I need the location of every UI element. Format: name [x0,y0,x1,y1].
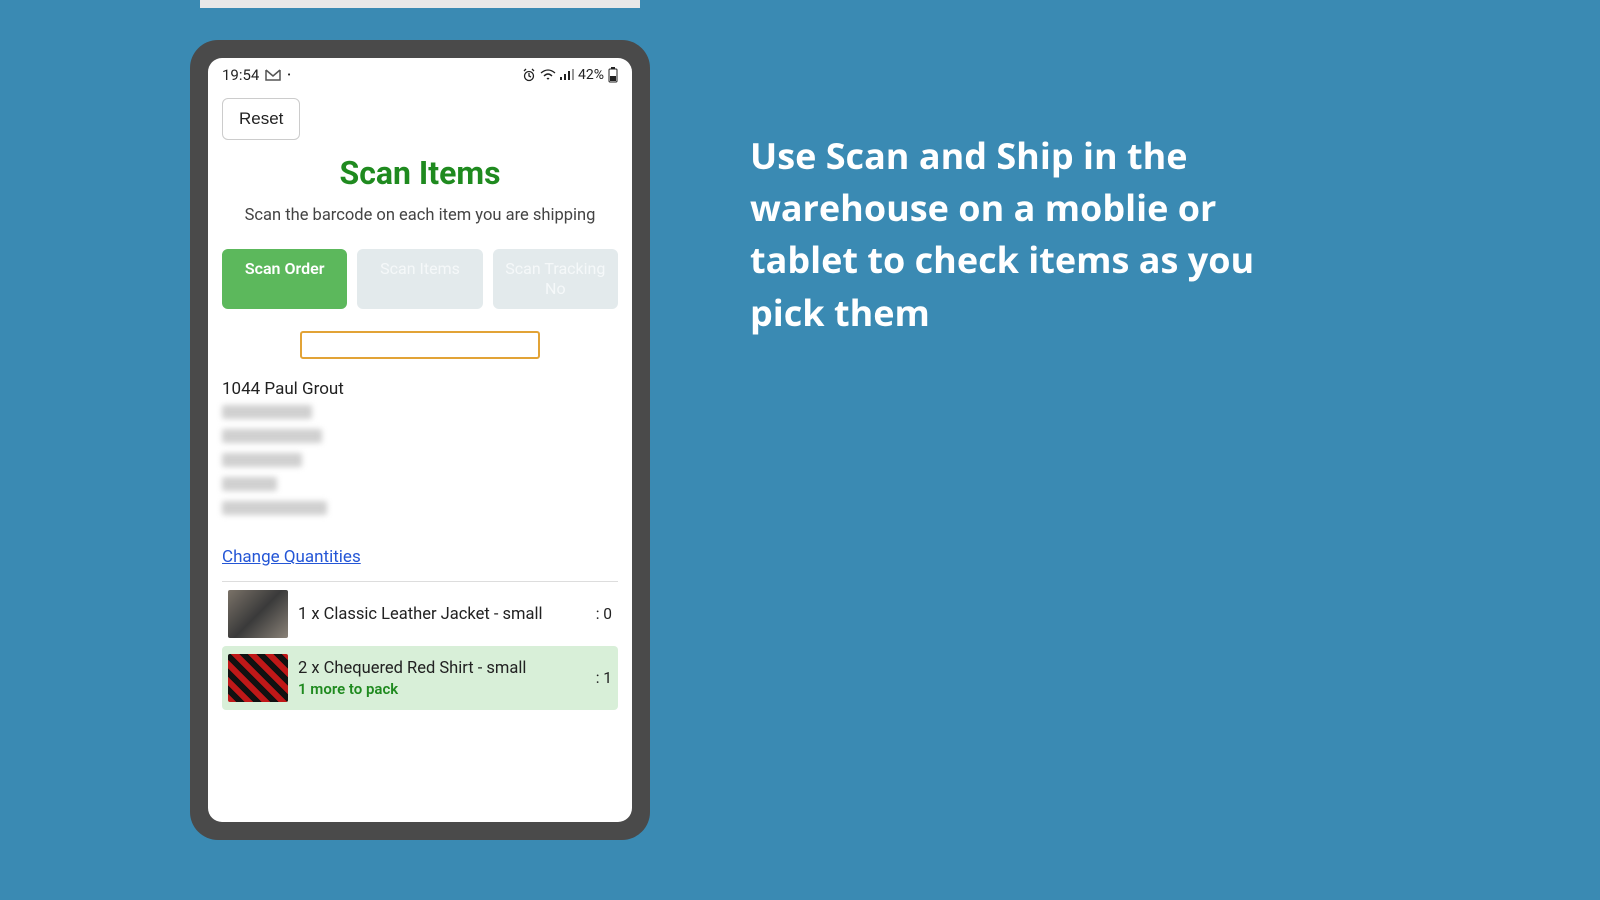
battery-icon [608,67,618,83]
item-thumbnail [228,590,288,638]
change-quantities-link[interactable]: Change Quantities [222,547,361,567]
signal-icon [560,69,574,81]
status-right: 42% [522,67,618,83]
list-item[interactable]: 2 x Chequered Red Shirt - small 1 more t… [222,646,618,710]
item-label: 2 x Chequered Red Shirt - small [298,659,586,678]
device-screen: 19:54 • 42% [208,58,632,822]
tab-scan-order[interactable]: Scan Order [222,249,347,309]
alarm-icon [522,68,536,82]
item-list: 1 x Classic Leather Jacket - small : 0 2… [222,581,618,710]
list-item[interactable]: 1 x Classic Leather Jacket - small : 0 [222,582,618,646]
gmail-icon [265,69,281,81]
item-count: : 1 [596,669,612,687]
scan-input[interactable] [300,331,540,359]
reset-button[interactable]: Reset [222,98,300,140]
order-customer: 1044 Paul Grout [222,379,618,399]
status-bar: 19:54 • 42% [208,58,632,88]
promo-caption: Use Scan and Ship in the warehouse on a … [750,130,1270,339]
app-content: Reset Scan Items Scan the barcode on eac… [208,88,632,822]
item-sublabel: 1 more to pack [298,680,586,698]
tab-scan-tracking[interactable]: Scan Tracking No [493,249,618,309]
battery-percent: 42% [578,67,604,83]
tab-row: Scan Order Scan Items Scan Tracking No [222,249,618,309]
status-time: 19:54 [222,66,259,84]
status-left: 19:54 • [222,66,291,84]
page-title: Scan Items [222,154,618,192]
page-subtitle: Scan the barcode on each item you are sh… [222,204,618,227]
decorative-top-bar [200,0,640,8]
item-thumbnail [228,654,288,702]
status-dot: • [287,70,290,81]
device-frame: 19:54 • 42% [190,40,650,840]
item-label: 1 x Classic Leather Jacket - small [298,605,586,624]
tab-scan-items[interactable]: Scan Items [357,249,482,309]
item-count: : 0 [596,605,612,623]
wifi-icon [540,69,556,81]
item-text-block: 2 x Chequered Red Shirt - small 1 more t… [298,659,586,698]
address-block-blurred [222,405,618,515]
